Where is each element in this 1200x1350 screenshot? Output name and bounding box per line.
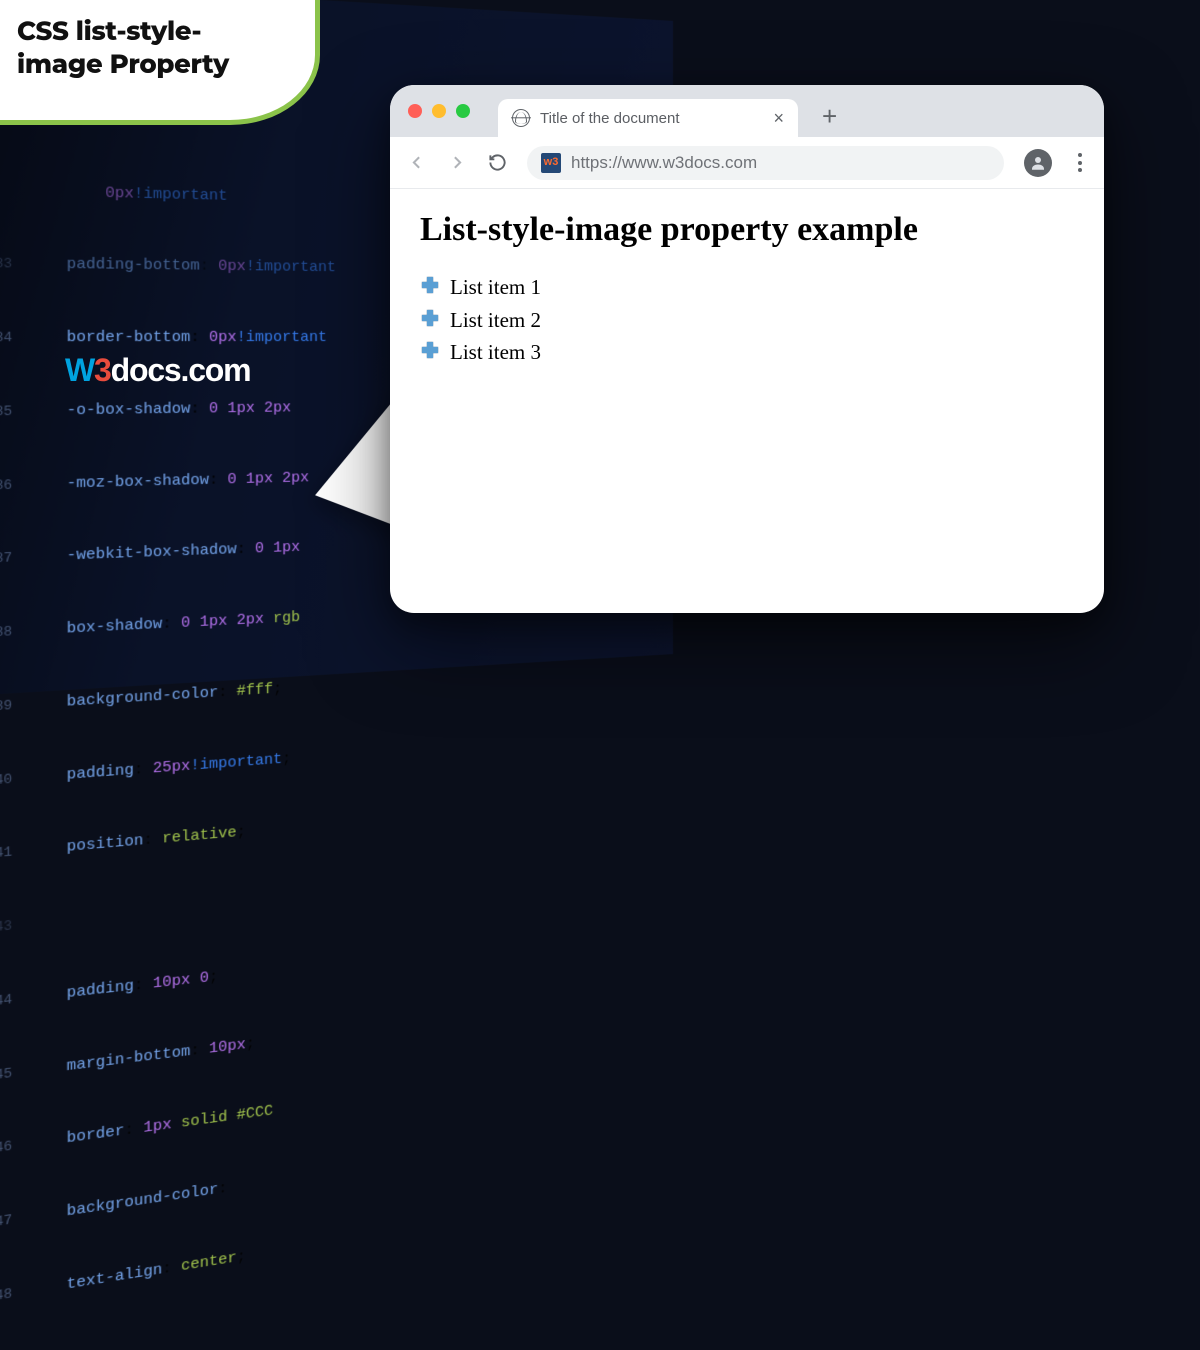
code-lines: 0px!important 233 padding-bottom: 0px!im…	[0, 128, 336, 1350]
headline-bubble: CSS list-style-image Property	[0, 0, 320, 125]
logo-rest: docs.com	[111, 352, 251, 388]
w3docs-logo: W3docs.com	[65, 352, 250, 389]
headline-text: CSS list-style-image Property	[17, 15, 283, 80]
list-item: List item 3	[450, 336, 1074, 369]
browser-window: Title of the document × + w3 https://www…	[390, 85, 1104, 613]
page-heading: List-style-image property example	[420, 211, 1074, 249]
page-content: List-style-image property example List i…	[390, 189, 1104, 391]
url-input[interactable]: w3 https://www.w3docs.com	[527, 146, 1004, 180]
window-controls	[408, 104, 470, 118]
list-item: List item 2	[450, 304, 1074, 337]
minimize-window-icon[interactable]	[432, 104, 446, 118]
maximize-window-icon[interactable]	[456, 104, 470, 118]
profile-icon[interactable]	[1024, 149, 1052, 177]
browser-tab[interactable]: Title of the document ×	[498, 99, 798, 137]
close-tab-icon[interactable]: ×	[773, 108, 784, 129]
close-window-icon[interactable]	[408, 104, 422, 118]
list-item: List item 1	[450, 271, 1074, 304]
address-bar: w3 https://www.w3docs.com	[390, 137, 1104, 189]
w3-favicon-icon: w3	[541, 153, 561, 173]
back-icon[interactable]	[406, 152, 427, 173]
logo-3: 3	[94, 352, 111, 388]
example-list: List item 1 List item 2 List item 3	[420, 271, 1074, 369]
logo-w: W	[65, 352, 94, 388]
browser-tab-strip: Title of the document × +	[390, 85, 1104, 137]
forward-icon[interactable]	[447, 152, 468, 173]
tab-title: Title of the document	[540, 110, 763, 127]
new-tab-button[interactable]: +	[822, 101, 837, 132]
url-text: https://www.w3docs.com	[571, 153, 757, 173]
globe-icon	[512, 109, 530, 127]
reload-icon[interactable]	[488, 153, 507, 172]
kebab-menu-icon[interactable]	[1072, 153, 1088, 171]
